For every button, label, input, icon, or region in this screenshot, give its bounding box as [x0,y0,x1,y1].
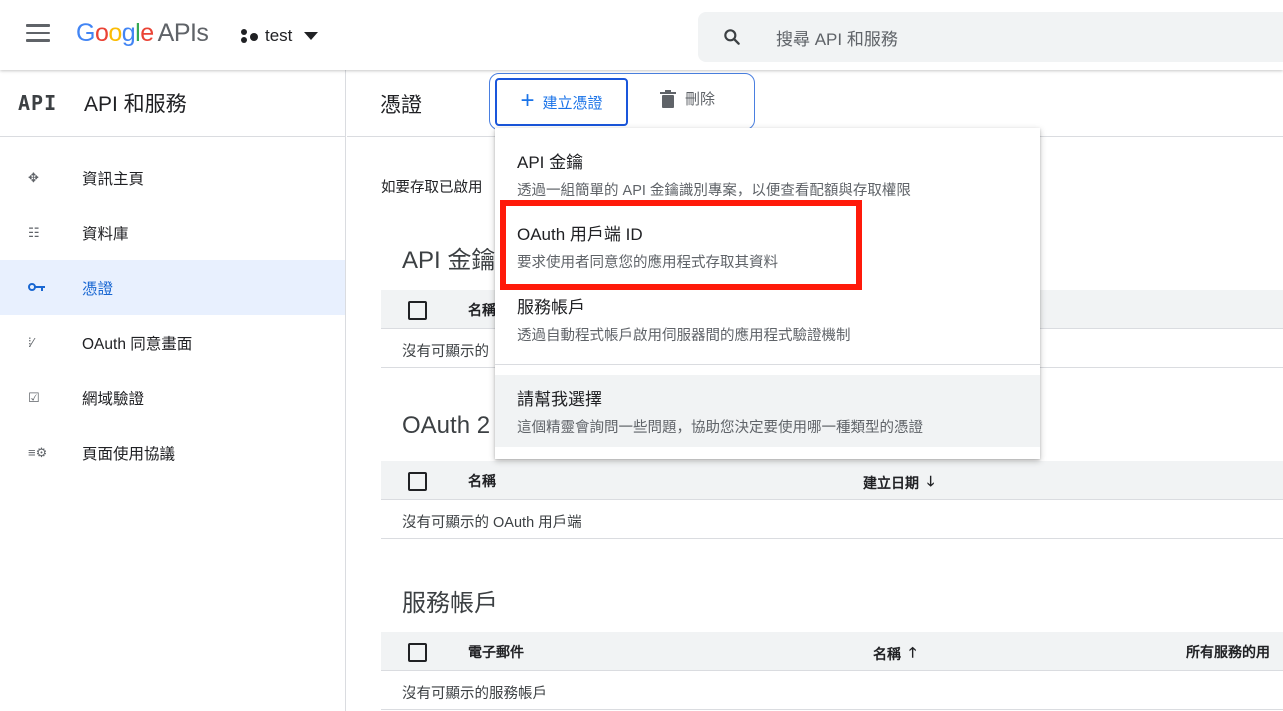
column-header-created[interactable]: 建立日期 🡓 [863,471,934,495]
sidebar-item-label: 憑證 [82,280,114,298]
sidebar-item-credentials[interactable]: 憑證 [0,260,345,315]
sidebar-item-library[interactable]: ☷ 資料庫 [0,205,345,260]
key-icon [0,280,82,295]
sidebar-item-oauth-consent[interactable]: ⁞⁄ OAuth 同意畫面 [0,315,345,370]
consent-icon: ⁞⁄ [28,335,34,350]
delete-button[interactable]: 刪除 [660,88,715,109]
column-header-name[interactable]: 名稱 [468,471,496,491]
project-name: test [265,26,293,45]
highlight-box [500,200,862,290]
arrow-up-icon: 🡑 [909,644,917,660]
menu-item-title: 服務帳戶 [517,298,585,317]
empty-message: 沒有可顯示的 [402,344,489,360]
column-header-all-services[interactable]: 所有服務的用 [1186,642,1270,662]
create-credentials-menu: API 金鑰 透過一組簡單的 API 金鑰識別專案，以便查看配額與存取權限 OA… [495,128,1040,459]
menu-divider [495,364,1040,365]
oauth-table-header: 名稱 建立日期 🡓 [381,461,1283,500]
section-title-service-accounts: 服務帳戶 [402,590,498,617]
arrow-down-icon: 🡓 [927,473,935,489]
checkbox-icon: ☑ [28,389,40,405]
settings-list-icon: ≡⚙ [28,444,48,460]
menu-item-desc: 透過自動程式帳戶啟用伺服器間的應用程式驗證機制 [517,328,851,344]
service-accounts-empty-row: 沒有可顯示的服務帳戶 [381,672,1283,710]
select-all-checkbox[interactable] [408,643,427,662]
section-title-oauth: OAuth 2 [402,412,491,439]
oauth-empty-row: 沒有可顯示的 OAuth 用戶端 [381,501,1283,539]
search-bar[interactable]: 搜尋 API 和服務 [698,12,1283,62]
page-header: 憑證 [347,70,1283,137]
menu-item-title: 請幫我選擇 [517,390,602,409]
sidebar-item-page-usage[interactable]: ≡⚙ 頁面使用協議 [0,425,345,480]
menu-item-service-account[interactable]: 服務帳戶 透過自動程式帳戶啟用伺服器間的應用程式驗證機制 [495,293,1040,345]
column-header-email[interactable]: 電子郵件 [468,642,524,662]
empty-message: 沒有可顯示的服務帳戶 [402,686,547,702]
section-title-api-keys: API 金鑰 [402,247,496,274]
sidebar-item-label: OAuth 同意畫面 [82,335,193,353]
select-all-checkbox[interactable] [408,301,427,320]
column-header-name[interactable]: 名稱 🡑 [873,642,916,666]
search-icon [724,29,740,45]
sidebar-item-label: 資訊主頁 [82,170,145,188]
select-all-checkbox[interactable] [408,472,427,491]
trash-icon [660,89,676,108]
hamburger-menu-icon[interactable] [26,24,50,44]
project-selector[interactable]: test [241,26,319,46]
sidebar-item-dashboard[interactable]: ✥ 資訊主頁 [0,150,345,205]
menu-item-desc: 透過一組簡單的 API 金鑰識別專案，以便查看配額與存取權限 [517,183,911,199]
create-credentials-label: 建立憑證 [542,94,603,112]
api-badge: API [18,91,58,115]
google-apis-logo[interactable]: Google APIs [76,19,209,48]
plus-icon: + [520,87,535,114]
column-header-created-label: 建立日期 [863,475,919,491]
sidebar-item-domain-verification[interactable]: ☑ 網域驗證 [0,370,345,425]
project-dots-icon [241,28,259,44]
create-credentials-button[interactable]: + 建立憑證 [495,78,628,126]
menu-item-api-key[interactable]: API 金鑰 透過一組簡單的 API 金鑰識別專案，以便查看配額與存取權限 [495,148,1040,200]
empty-message: 沒有可顯示的 OAuth 用戶端 [402,515,582,531]
library-icon: ☷ [28,224,40,240]
menu-item-help-me-choose[interactable]: 請幫我選擇 這個精靈會詢問一些問題，協助您決定要使用哪一種類型的憑證 [495,385,1040,437]
sidebar-item-label: 頁面使用協議 [82,445,176,463]
dashboard-icon: ✥ [28,169,39,185]
intro-text: 如要存取已啟用 [381,180,483,196]
sidebar-item-label: 網域驗證 [82,390,145,408]
column-header-name-label: 名稱 [873,646,901,662]
sidebar-title: API 和服務 [84,93,187,116]
menu-item-title: API 金鑰 [517,153,584,172]
menu-item-desc: 這個精靈會詢問一些問題，協助您決定要使用哪一種類型的憑證 [517,420,923,436]
search-input[interactable]: 搜尋 API 和服務 [776,25,898,50]
sidebar-item-label: 資料庫 [82,225,129,243]
top-app-bar: Google APIs test 搜尋 API 和服務 [0,0,1283,70]
page-title: 憑證 [380,94,422,117]
sidebar-header: API API 和服務 [0,70,345,137]
service-accounts-table-header: 電子郵件 名稱 🡑 所有服務的用 [381,632,1283,671]
column-header-name[interactable]: 名稱 [468,300,496,320]
sidebar: API API 和服務 ✥ 資訊主頁 ☷ 資料庫 憑證 ⁞⁄ OAuth 同意畫… [0,70,346,711]
delete-label: 刪除 [685,91,716,108]
chevron-down-icon [304,32,319,40]
